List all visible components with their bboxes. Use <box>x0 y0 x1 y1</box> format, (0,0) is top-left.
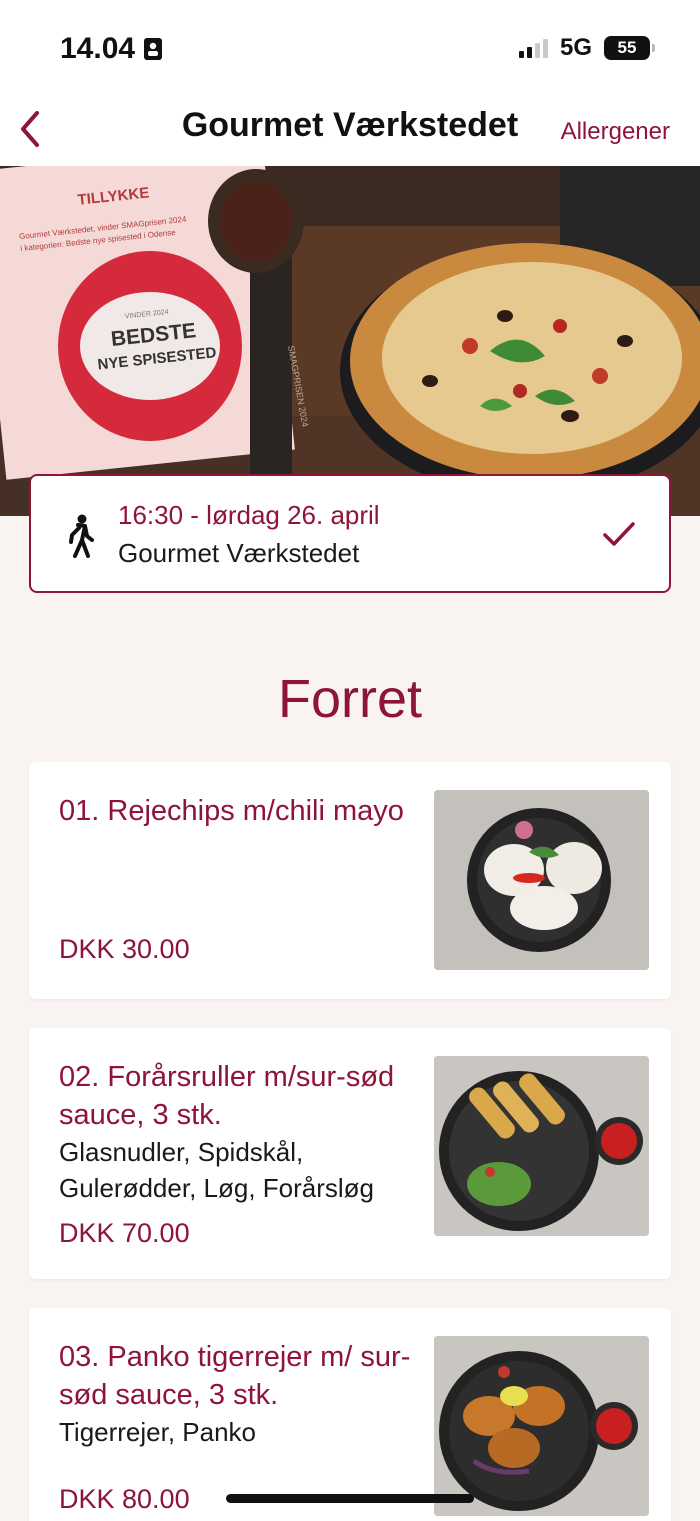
menu-item[interactable]: 01. Rejechips m/chili mayo DKK 30.00 <box>29 762 671 999</box>
walking-person-icon <box>69 514 94 558</box>
booking-card[interactable]: 16:30 - lørdag 26. april Gourmet Værkste… <box>29 474 671 593</box>
item-price: DKK 30.00 <box>59 934 190 964</box>
status-time: 14.04 <box>60 32 163 66</box>
allergens-link[interactable]: Allergener <box>561 118 670 146</box>
item-image <box>434 790 649 970</box>
item-price: DKK 80.00 <box>59 1484 190 1514</box>
item-description: Tigerrejer, Panko <box>59 1417 257 1447</box>
home-indicator[interactable] <box>226 1494 474 1503</box>
network-label: 5G <box>559 34 592 61</box>
item-description: Glasnudler, Spidskål, Gulerødder, Løg, F… <box>59 1137 374 1203</box>
checkmark-icon <box>603 522 635 546</box>
section-title: Forret <box>277 669 423 729</box>
battery-level: 55 <box>617 38 637 57</box>
id-badge-icon <box>144 38 163 60</box>
item-image <box>434 1056 649 1236</box>
signal-icon <box>518 38 548 58</box>
battery-icon: 55 <box>604 36 655 60</box>
status-time-text: 14.04 <box>60 32 136 65</box>
hero-image: TILLYKKE Gourmet Værkstedet, vinder SMAG… <box>0 166 700 516</box>
item-name: 01. Rejechips m/chili mayo <box>59 795 404 827</box>
status-indicators: 5G 55 <box>518 34 655 62</box>
nav-bar: Gourmet Værkstedet Allergener <box>0 96 700 166</box>
booking-time: 16:30 - lørdag 26. april <box>118 500 380 530</box>
hero-photo: TILLYKKE Gourmet Værkstedet, vinder SMAG… <box>0 166 700 516</box>
item-image <box>434 1336 649 1516</box>
menu-item[interactable]: 03. Panko tigerrejer m/ sur-sød sauce, 3… <box>29 1308 671 1521</box>
item-name: 02. Forårsruller m/sur-sød sauce, 3 stk. <box>59 1061 395 1131</box>
menu-item[interactable]: 02. Forårsruller m/sur-sød sauce, 3 stk.… <box>29 1028 671 1279</box>
status-bar: 14.04 5G 55 <box>0 0 700 100</box>
booking-place: Gourmet Værkstedet <box>118 538 360 568</box>
item-name: 03. Panko tigerrejer m/ sur-sød sauce, 3… <box>59 1341 411 1411</box>
item-price: DKK 70.00 <box>59 1218 190 1248</box>
